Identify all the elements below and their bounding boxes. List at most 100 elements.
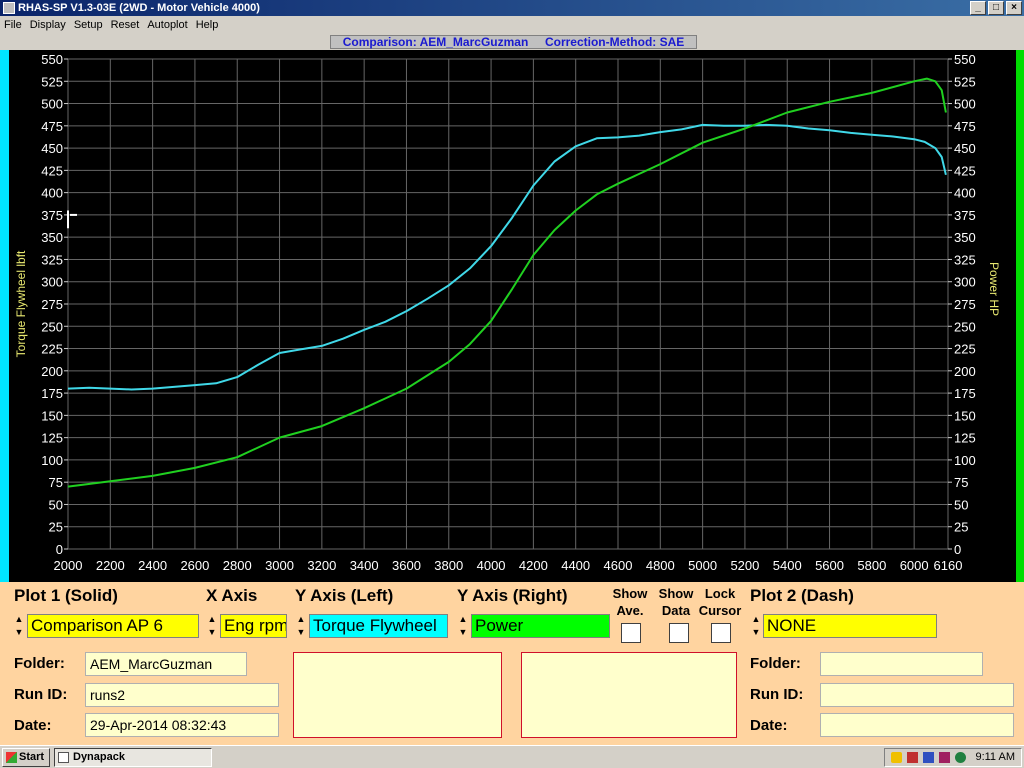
app-window-icon: [58, 752, 69, 763]
power-series-line: [67, 77, 947, 488]
yright-select[interactable]: Power: [471, 614, 610, 638]
y-right-tick-label: 500: [954, 97, 976, 112]
plot1-select[interactable]: Comparison AP 6: [27, 614, 199, 638]
taskbar-item-dynapack[interactable]: Dynapack: [54, 748, 212, 767]
x-tick-label: 5800: [857, 558, 886, 573]
plot2-select[interactable]: NONE: [763, 614, 937, 638]
y-left-tick-label: 550: [41, 52, 63, 67]
xaxis-spinner[interactable]: ▲ ▼: [205, 613, 219, 639]
x-tick-label: 2000: [54, 558, 83, 573]
menu-file[interactable]: File: [0, 16, 26, 34]
minimize-button[interactable]: _: [970, 1, 986, 15]
menu-autoplot[interactable]: Autoplot: [143, 16, 191, 34]
taskbar: Start Dynapack 9:11 AM: [0, 745, 1024, 768]
spin-up-icon[interactable]: ▲: [205, 613, 219, 626]
y-left-tick-label: 450: [41, 141, 63, 156]
yleft-spinner[interactable]: ▲ ▼: [294, 613, 308, 639]
runid2-label: Run ID:: [750, 686, 804, 703]
network-icon[interactable]: [907, 752, 918, 763]
dyno-chart[interactable]: 2000 2200 2400 2600 2800 3000 3200 3400 3600 3800…: [0, 50, 1024, 582]
comparison-caption: Comparison: AEM_MarcGuzman Correction-Me…: [330, 35, 697, 49]
lock-cursor-label: Lock Cursor: [698, 586, 742, 618]
x-tick-label: 3200: [307, 558, 336, 573]
y-right-tick-label: 50: [954, 497, 968, 512]
menu-setup[interactable]: Setup: [70, 16, 107, 34]
start-button[interactable]: Start: [2, 748, 50, 767]
y-right-tick-label: 75: [954, 475, 968, 490]
plot2-label: Plot 2 (Dash): [750, 586, 854, 605]
x-tick-label: 2600: [180, 558, 209, 573]
notes-box-right[interactable]: [521, 652, 737, 738]
date-field[interactable]: 29-Apr-2014 08:32:43: [85, 713, 279, 737]
show-data-checkbox[interactable]: [669, 623, 689, 643]
close-button[interactable]: ×: [1006, 1, 1022, 15]
spin-down-icon[interactable]: ▼: [205, 626, 219, 639]
yright-spinner[interactable]: ▲ ▼: [456, 613, 470, 639]
runid-field[interactable]: runs2: [85, 683, 279, 707]
xaxis-select[interactable]: Eng rpm: [220, 614, 287, 638]
show-ave-checkbox[interactable]: [621, 623, 641, 643]
date2-label: Date:: [750, 717, 788, 734]
menu-display[interactable]: Display: [26, 16, 70, 34]
y-right-tick-label: 400: [954, 186, 976, 201]
globe-icon[interactable]: [955, 752, 966, 763]
y-right-tick-label: 525: [954, 74, 976, 89]
y-left-tick-label: 50: [49, 497, 63, 512]
arrow-icon[interactable]: [923, 752, 934, 763]
window-title: RHAS-SP V1.3-03E (2WD - Motor Vehicle 40…: [18, 2, 260, 14]
y-right-tick-label: 225: [954, 342, 976, 357]
spin-up-icon[interactable]: ▲: [294, 613, 308, 626]
x-tick-label: 2800: [223, 558, 252, 573]
start-label: Start: [19, 751, 45, 763]
lock-cursor-checkbox[interactable]: [711, 623, 731, 643]
x-tick-label: 4600: [604, 558, 633, 573]
y-right-tick-label: 425: [954, 163, 976, 178]
y-left-tick-label: 225: [41, 342, 63, 357]
spin-down-icon[interactable]: ▼: [294, 626, 308, 639]
y-right-axis-title: Power HP: [987, 262, 1001, 316]
y-right-tick-label: 475: [954, 119, 976, 134]
controls-panel: Plot 1 (Solid) X Axis Y Axis (Left) Y Ax…: [0, 582, 1024, 745]
y-right-tick-label: 450: [954, 141, 976, 156]
shield-icon[interactable]: [891, 752, 902, 763]
spin-up-icon[interactable]: ▲: [12, 613, 26, 626]
title-bar: RHAS-SP V1.3-03E (2WD - Motor Vehicle 40…: [0, 0, 1024, 16]
show-data-label: Show Data: [658, 586, 694, 618]
spin-up-icon[interactable]: ▲: [456, 613, 470, 626]
plot1-spinner[interactable]: ▲ ▼: [12, 613, 26, 639]
window-controls: _ □ ×: [970, 1, 1022, 15]
spin-down-icon[interactable]: ▼: [456, 626, 470, 639]
y-right-tick-label: 350: [954, 230, 976, 245]
x-tick-label: 4400: [561, 558, 590, 573]
security-icon[interactable]: [939, 752, 950, 763]
folder2-field[interactable]: [820, 652, 983, 676]
date2-field[interactable]: [820, 713, 1014, 737]
y-left-tick-label: 100: [41, 453, 63, 468]
x-tick-label: 2400: [138, 558, 167, 573]
x-tick-label: 2200: [96, 558, 125, 573]
yleft-select[interactable]: Torque Flywheel: [309, 614, 448, 638]
y-left-tick-label: 300: [41, 275, 63, 290]
y-right-tick-label: 275: [954, 297, 976, 312]
menu-help[interactable]: Help: [192, 16, 223, 34]
y-left-tick-label: 500: [41, 97, 63, 112]
y-left-axis-title: Torque Flywheel lbft: [14, 250, 28, 357]
clock: 9:11 AM: [975, 751, 1015, 763]
spin-up-icon[interactable]: ▲: [749, 613, 763, 626]
plot2-spinner[interactable]: ▲ ▼: [749, 613, 763, 639]
folder-field[interactable]: AEM_MarcGuzman: [85, 652, 247, 676]
y-right-tick-label: 0: [954, 542, 961, 557]
runid2-field[interactable]: [820, 683, 1014, 707]
menu-reset[interactable]: Reset: [107, 16, 144, 34]
spin-down-icon[interactable]: ▼: [749, 626, 763, 639]
x-tick-label: 3400: [350, 558, 379, 573]
yright-label: Y Axis (Right): [457, 586, 568, 605]
y-right-tick-label: 175: [954, 386, 976, 401]
spin-down-icon[interactable]: ▼: [12, 626, 26, 639]
x-tick-label: 6160: [934, 558, 963, 573]
notes-box-left[interactable]: [293, 652, 502, 738]
maximize-button[interactable]: □: [988, 1, 1004, 15]
y-left-tick-label: 175: [41, 386, 63, 401]
comparison-caption-bar: Comparison: AEM_MarcGuzman Correction-Me…: [0, 34, 1024, 50]
y-right-tick-label: 200: [954, 364, 976, 379]
